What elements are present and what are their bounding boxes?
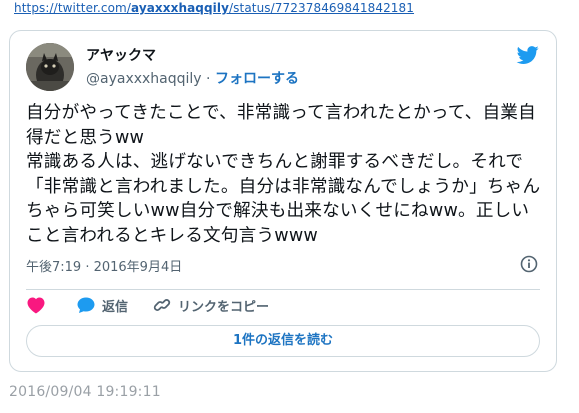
- copy-link-button[interactable]: リンクをコピー: [152, 296, 269, 315]
- url-prefix: https://twitter.com/: [14, 1, 131, 15]
- heart-icon: [27, 297, 45, 314]
- reply-bubble-icon: [77, 297, 95, 313]
- twitter-bird-icon[interactable]: [516, 44, 540, 66]
- url-user: ayaxxxhaqqily: [130, 1, 230, 15]
- like-button[interactable]: [26, 296, 52, 314]
- avatar[interactable]: [26, 43, 74, 91]
- tweet-card: アヤックマ @ayaxxxhaqqily · フォローする 自分がやってきたこと…: [9, 30, 557, 372]
- author-handle[interactable]: @ayaxxxhaqqily: [86, 71, 202, 87]
- divider: [26, 289, 540, 290]
- url-suffix: /status/772378469841842181: [229, 1, 415, 15]
- author-handle-line: @ayaxxxhaqqily · フォローする: [86, 68, 299, 88]
- info-icon[interactable]: [520, 255, 538, 273]
- tweet-timestamp[interactable]: 午後7:19 · 2016年9月4日: [26, 256, 182, 275]
- handle-separator: ·: [201, 71, 215, 87]
- tweet-actions: 返信 リンクをコピー: [26, 295, 293, 315]
- follow-button[interactable]: フォローする: [215, 71, 299, 87]
- archived-date: 2016/09/04 19:19:11: [9, 384, 161, 400]
- author-name[interactable]: アヤックマ: [86, 45, 156, 65]
- copy-link-label: リンクをコピー: [178, 299, 270, 315]
- source-url-link[interactable]: https://twitter.com/ayaxxxhaqqily/status…: [14, 1, 414, 15]
- tweet-text: 自分がやってきたことで、非常識って言われたとかって、自業自得だと思うww 常識あ…: [26, 103, 541, 246]
- link-icon: [153, 299, 171, 311]
- read-replies-button[interactable]: 1件の返信を読む: [26, 325, 540, 357]
- reply-button[interactable]: 返信: [76, 296, 128, 315]
- reply-label: 返信: [102, 299, 129, 315]
